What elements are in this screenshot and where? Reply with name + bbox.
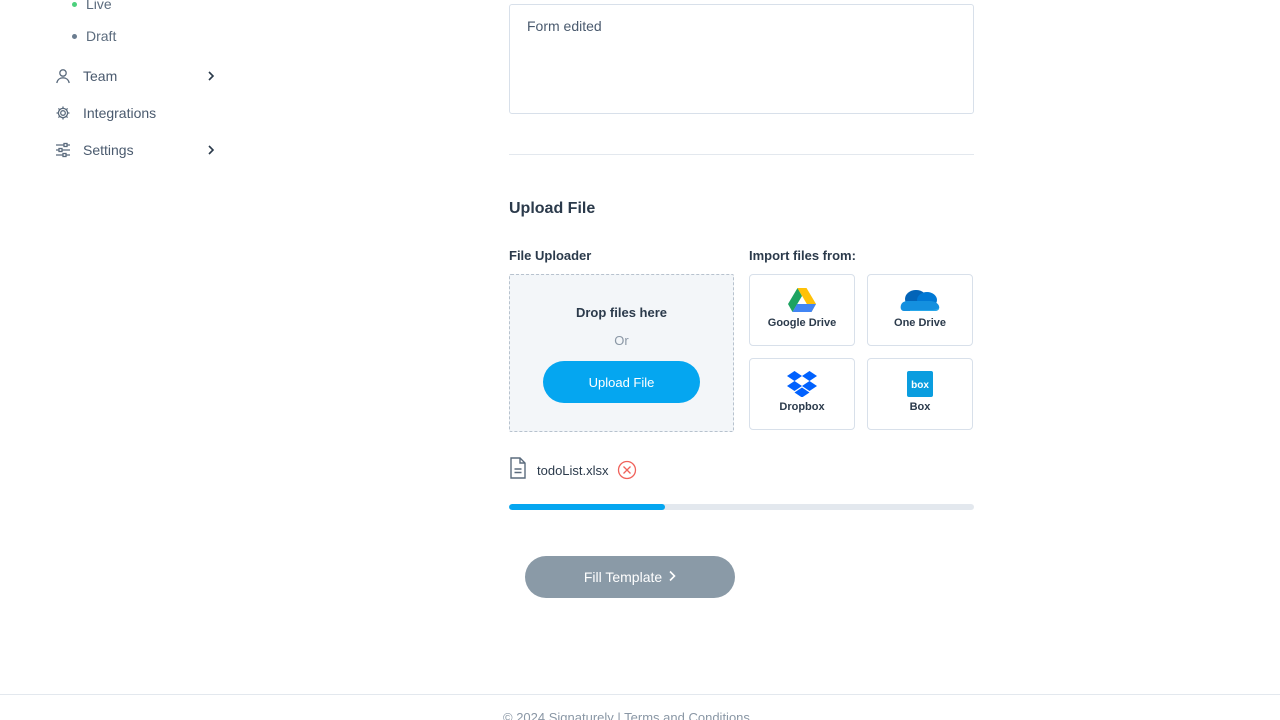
document-icon [509,456,527,484]
google-drive-icon [788,286,816,314]
upload-file-button[interactable]: Upload File [543,361,700,403]
file-dropzone[interactable]: Drop files here Or Upload File [509,274,734,432]
fill-template-label: Fill Template [583,569,663,585]
google-drive-button[interactable]: Google Drive [749,274,855,346]
terms-link[interactable]: Terms and Conditions [624,710,750,720]
uploaded-file-row: todoList.xlsx [509,456,637,484]
sidebar-item-label: Settings [83,142,134,158]
sidebar-subitem-label: Live [86,0,112,12]
sidebar-subitem-live[interactable]: Live [72,0,112,14]
section-divider [509,154,974,155]
user-icon [54,68,71,85]
note-text: Form edited [527,18,602,34]
dropbox-icon [787,370,817,398]
provider-label: One Drive [894,317,946,329]
provider-label: Dropbox [779,401,825,413]
sidebar-subitem-label: Draft [86,28,117,44]
provider-label: Box [909,401,931,413]
sidebar-item-settings[interactable]: Settings [54,138,216,162]
live-status-dot [72,1,77,7]
footer: © 2024 Signaturely | Terms and Condition… [503,710,750,720]
sliders-icon [54,142,71,159]
provider-label: Google Drive [767,317,837,329]
sidebar-item-integrations[interactable]: Integrations [54,101,216,125]
or-text: Or [614,333,629,348]
sidebar-item-team[interactable]: Team [54,64,216,88]
box-button[interactable]: box Box [867,358,973,430]
file-name: todoList.xlsx [537,462,609,478]
onedrive-button[interactable]: One Drive [867,274,973,346]
sidebar-item-label: Team [83,68,118,84]
drop-files-text: Drop files here [575,305,668,320]
copyright-text: © 2024 Signaturely [503,710,614,720]
sidebar: Live Draft Team Integrations Settings [0,0,240,200]
draft-status-dot [72,33,77,39]
import-files-label: Import files from: [749,248,856,263]
remove-file-icon[interactable] [617,460,637,480]
chevron-right-icon [668,569,676,585]
note-textarea[interactable]: Form edited [509,4,974,114]
chevron-right-icon [206,71,216,81]
file-uploader-label: File Uploader [509,248,592,263]
box-icon: box [907,370,933,398]
svg-text:box: box [911,380,929,391]
upload-progress-fill [509,504,665,510]
chevron-right-icon [206,145,216,155]
footer-separator: | [617,710,621,720]
fill-template-button[interactable]: Fill Template [525,556,735,598]
sidebar-item-label: Integrations [83,105,157,121]
upload-progress-bar [509,504,974,510]
gear-icon [54,105,71,122]
sidebar-subitem-draft[interactable]: Draft [72,26,116,46]
onedrive-icon [900,286,940,314]
upload-section-title: Upload File [509,200,596,217]
footer-divider [0,694,1280,695]
dropbox-button[interactable]: Dropbox [749,358,855,430]
